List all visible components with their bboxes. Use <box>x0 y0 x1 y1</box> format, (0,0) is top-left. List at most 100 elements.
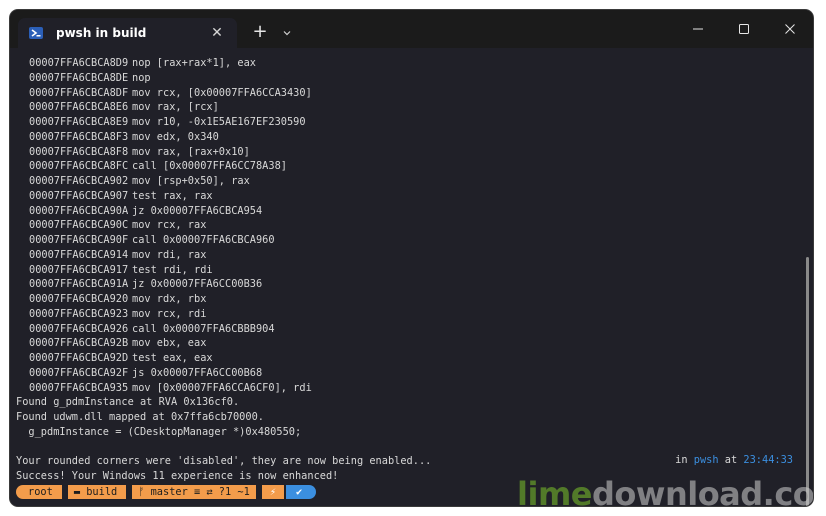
asm-line: 00007FFA6CBCA91A jz 0x00007FFA6CC00B36 <box>16 277 813 292</box>
asm-instruction: call 0x00007FFA6CBBB904 <box>132 322 275 335</box>
asm-line: 00007FFA6CBCA923 mov rcx, rdi <box>16 307 813 322</box>
asm-line: 00007FFA6CBCA8E9 mov r10, -0x1E5AE167EF23… <box>16 115 813 130</box>
asm-address: 00007FFA6CBCA914 <box>29 248 129 261</box>
asm-instruction: call 0x00007FFA6CBCA960 <box>132 234 275 246</box>
asm-address: 00007FFA6CBCA8D9 <box>29 57 129 69</box>
prompt-git-label: master ≡ ⇄ ?1 ~1 <box>150 486 250 499</box>
powershell-icon <box>28 25 44 41</box>
git-branch-icon: ᚠ <box>138 486 151 499</box>
asm-instruction: jz 0x00007FFA6CBCA954 <box>132 204 263 217</box>
asm-line: 00007FFA6CBCA8F8 mov rax, [rax+0x10] <box>16 145 813 160</box>
asm-address: 00007FFA6CBCA92D <box>29 352 129 364</box>
right-prompt: in pwsh at 23:44:33 <box>675 454 793 466</box>
watermark-part1: lime <box>517 475 592 506</box>
message-block: Found g_pdmInstance at RVA 0x136cf0. Foun… <box>16 395 813 484</box>
asm-line: 00007FFA6CBCA902 mov [rsp+0x50], rax <box>16 174 813 189</box>
right-prompt-shell: pwsh <box>693 454 719 466</box>
asm-address: 00007FFA6CBCA92F <box>29 366 129 379</box>
asm-address: 00007FFA6CBCA920 <box>29 293 129 305</box>
asm-address: 00007FFA6CBCA8E6 <box>29 101 129 114</box>
window-controls <box>675 10 813 48</box>
asm-line: 00007FFA6CBCA920 mov rdx, rbx <box>16 292 813 307</box>
maximize-icon <box>739 24 749 34</box>
asm-instruction: mov rcx, rdi <box>132 307 207 320</box>
close-button[interactable] <box>767 10 813 48</box>
tab-close-icon[interactable]: ✕ <box>209 25 225 41</box>
right-prompt-in: in <box>675 454 688 466</box>
asm-line: 00007FFA6CBCA92B mov ebx, eax <box>16 336 813 351</box>
asm-line: 00007FFA6CBCA935 mov [0x00007FFA6CCA6CF0]… <box>16 381 813 396</box>
asm-address: 00007FFA6CBCA91A <box>29 278 129 291</box>
watermark-logo: limedownload.com <box>517 475 813 506</box>
asm-address: 00007FFA6CBCA8E9 <box>29 116 129 128</box>
asm-instruction: mov [rsp+0x50], rax <box>132 175 250 187</box>
terminal-output[interactable]: 00007FFA6CBCA8D9 nop [rax+rax*1], eax 0000… <box>10 48 813 506</box>
prompt-folder-segment: ▬ build <box>67 485 127 500</box>
asm-line: 00007FFA6CBCA8E6 mov rax, [rcx] <box>16 100 813 115</box>
asm-instruction: call [0x00007FFA6CC78A38] <box>132 160 287 173</box>
asm-address: 00007FFA6CBCA907 <box>29 189 129 202</box>
asm-instruction: nop <box>132 71 151 84</box>
asm-line: 00007FFA6CBCA90C mov rcx, rax <box>16 218 813 233</box>
asm-address: 00007FFA6CBCA90F <box>29 234 129 246</box>
asm-line: 00007FFA6CBCA8FC call [0x00007FFA6CC78A38… <box>16 159 813 174</box>
tab-dropdown-button[interactable] <box>275 18 299 48</box>
asm-instruction: test rdi, rdi <box>132 263 213 276</box>
asm-line: 00007FFA6CBCA914 mov rdi, rax <box>16 248 813 263</box>
asm-line: 00007FFA6CBCA8F3 mov edx, 0x340 <box>16 130 813 145</box>
new-tab-button[interactable]: + <box>245 18 275 48</box>
asm-line: 00007FFA6CBCA92F js 0x00007FFA6CC00B68 <box>16 366 813 381</box>
asm-address: 00007FFA6CBCA926 <box>29 322 129 335</box>
title-bar: pwsh in build ✕ + <box>10 10 813 48</box>
maximize-button[interactable] <box>721 10 767 48</box>
disassembly-block: 00007FFA6CBCA8D9 nop [rax+rax*1], eax 0000… <box>16 56 813 395</box>
asm-address: 00007FFA6CBCA8DE <box>29 71 129 84</box>
watermark-part2: download.com <box>591 475 813 506</box>
asm-instruction: test rax, rax <box>132 189 213 202</box>
asm-instruction: mov rax, [rcx] <box>132 101 219 114</box>
asm-address: 00007FFA6CBCA92B <box>29 337 129 350</box>
output-line: Found g_pdmInstance at RVA 0x136cf0. <box>16 396 240 409</box>
asm-address: 00007FFA6CBCA902 <box>29 175 129 187</box>
asm-line: 00007FFA6CBCA8DF mov rcx, [0x00007FFA6CCA… <box>16 86 813 101</box>
right-prompt-at: at <box>724 454 738 466</box>
asm-address: 00007FFA6CBCA917 <box>29 263 129 276</box>
prompt-folder-label: build <box>86 486 118 499</box>
asm-instruction: js 0x00007FFA6CC00B68 <box>132 366 263 379</box>
asm-line: 00007FFA6CBCA92D test eax, eax <box>16 351 813 366</box>
asm-instruction: mov rcx, [0x00007FFA6CCA3430] <box>132 86 312 99</box>
asm-address: 00007FFA6CBCA8F3 <box>29 130 129 143</box>
asm-instruction: mov r10, -0x1E5AE167EF230590 <box>132 116 306 128</box>
asm-address: 00007FFA6CBCA935 <box>29 381 129 394</box>
asm-instruction: mov [0x00007FFA6CCA6CF0], rdi <box>132 381 312 394</box>
asm-line: 00007FFA6CBCA917 test rdi, rdi <box>16 263 813 278</box>
chevron-down-icon <box>283 31 291 36</box>
asm-line: 00007FFA6CBCA926 call 0x00007FFA6CBBB904 <box>16 322 813 337</box>
asm-instruction: test eax, eax <box>132 352 213 364</box>
close-icon <box>785 24 795 34</box>
tab-title: pwsh in build <box>56 26 147 40</box>
minimize-icon <box>693 28 703 30</box>
asm-line: 00007FFA6CBCA90F call 0x00007FFA6CBCA960 <box>16 233 813 248</box>
asm-instruction: mov rdi, rax <box>132 248 207 261</box>
asm-instruction: nop [rax+rax*1], eax <box>132 57 256 69</box>
prompt-status-segment: ✔ <box>286 485 317 500</box>
asm-address: 00007FFA6CBCA8FC <box>29 160 129 173</box>
right-prompt-time: 23:44:33 <box>743 454 793 466</box>
asm-instruction: mov ebx, eax <box>132 337 207 350</box>
asm-line: 00007FFA6CBCA907 test rax, rax <box>16 189 813 204</box>
minimize-button[interactable] <box>675 10 721 48</box>
asm-line: 00007FFA6CBCA8DE nop <box>16 71 813 86</box>
asm-instruction: mov rax, [rax+0x10] <box>132 145 250 158</box>
asm-address: 00007FFA6CBCA90A <box>29 204 129 217</box>
scrollbar[interactable] <box>806 257 809 506</box>
asm-line: 00007FFA6CBCA8D9 nop [rax+rax*1], eax <box>16 56 813 71</box>
asm-address: 00007FFA6CBCA8F8 <box>29 145 129 158</box>
asm-address: 00007FFA6CBCA90C <box>29 219 129 232</box>
asm-address: 00007FFA6CBCA8DF <box>29 86 129 99</box>
output-line: Found udwm.dll mapped at 0x7ffa6cb70000. <box>16 411 264 423</box>
output-line: g_pdmInstance = (CDesktopManager *)0x480… <box>16 425 302 438</box>
prompt-user-segment: root <box>16 485 62 500</box>
tab-pwsh[interactable]: pwsh in build ✕ <box>18 18 237 48</box>
